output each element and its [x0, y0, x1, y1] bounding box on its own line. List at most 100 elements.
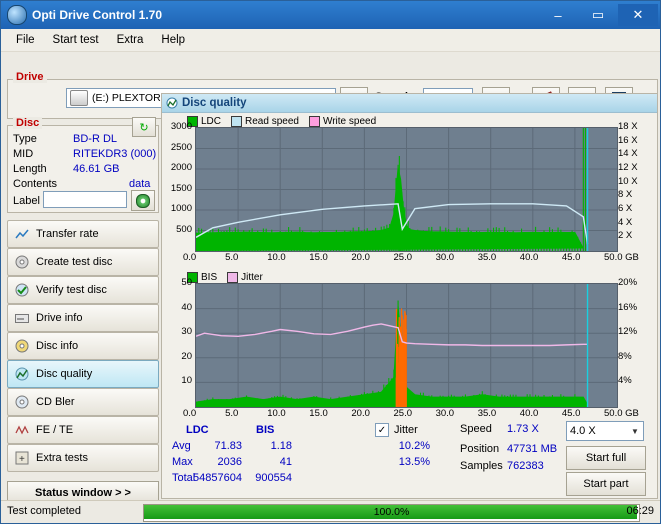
legend-swatch-jitter: [227, 272, 238, 283]
refresh-icon: ↻: [139, 121, 148, 134]
result-speed-label: Speed: [460, 423, 492, 435]
close-button[interactable]: ✕: [618, 4, 658, 26]
transfer-icon: [13, 225, 31, 243]
sidebar-item-fe-te[interactable]: FE / TE: [7, 416, 159, 444]
jitter-avg-value: 10.2%: [378, 440, 430, 452]
axis-tick: 25.0: [394, 408, 413, 419]
jitter-checkbox-row[interactable]: ✓ Jitter: [375, 423, 418, 437]
axis-tick: 30.0: [436, 408, 455, 419]
sidebar-item-disc-quality[interactable]: Disc quality: [7, 360, 159, 388]
axis-tick: 16%: [618, 302, 637, 313]
axis-tick: 4 X: [618, 217, 632, 228]
results-row-avg-bis: 1.18: [240, 440, 292, 452]
jitter-checkbox[interactable]: ✓: [375, 423, 389, 437]
disc-length-key: Length: [13, 163, 47, 175]
axis-tick: 12%: [618, 326, 637, 337]
result-samples-label: Samples: [460, 460, 503, 472]
chart-bis-jitter: [195, 283, 618, 408]
fete-icon: [13, 421, 31, 439]
disc-contents-value: data: [129, 178, 150, 190]
sidebar-item-label: CD Bler: [36, 396, 75, 408]
axis-tick: 15.0: [309, 252, 328, 263]
drive-icon: [70, 90, 88, 106]
sidebar-item-label: Disc info: [36, 340, 78, 352]
sidebar-item-drive-info[interactable]: Drive info: [7, 304, 159, 332]
axis-tick: 45.0: [562, 408, 581, 419]
axis-tick: 18 X: [618, 121, 638, 132]
sidebar-item-label: Verify test disc: [36, 284, 107, 296]
axis-tick: 3000: [162, 121, 192, 132]
sidebar-item-disc-info[interactable]: Disc info: [7, 332, 159, 360]
menu-file[interactable]: File: [7, 31, 44, 49]
disc-type-key: Type: [13, 133, 37, 145]
jitter-checkbox-label: Jitter: [394, 424, 418, 436]
sidebar-item-create-test-disc[interactable]: Create test disc: [7, 248, 159, 276]
disc-label-key: Label: [13, 195, 40, 207]
axis-tick: 20: [162, 351, 192, 362]
axis-tick: 30: [162, 326, 192, 337]
svg-text:+: +: [19, 454, 25, 465]
axis-tick: 8%: [618, 351, 632, 362]
disc-label-input[interactable]: [43, 191, 127, 208]
menu-bar: File Start test Extra Help: [1, 29, 660, 52]
axis-tick: 30.0: [436, 252, 455, 263]
legend-swatch-read-speed: [231, 116, 242, 127]
chevron-down-icon: ▼: [627, 422, 643, 440]
chart-panel-header: Disc quality: [162, 94, 657, 113]
axis-tick: 25.0: [394, 252, 413, 263]
app-logo-icon: [7, 5, 27, 25]
sidebar-item-verify-test-disc[interactable]: Verify test disc: [7, 276, 159, 304]
disc-refresh-button[interactable]: ↻: [132, 117, 156, 137]
axis-tick: 45.0: [562, 252, 581, 263]
chart-panel-title: Disc quality: [182, 97, 247, 109]
axis-tick: 2500: [162, 142, 192, 153]
axis-tick: 50: [162, 277, 192, 288]
axis-tick: 20.0: [351, 408, 370, 419]
axis-tick: 35.0: [478, 252, 497, 263]
legend-label-jitter: Jitter: [241, 272, 263, 283]
disc-group-label: Disc: [13, 117, 42, 129]
axis-tick: 50.0 GB: [604, 252, 639, 263]
disc-mid-key: MID: [13, 148, 33, 160]
start-part-button[interactable]: Start part: [566, 472, 646, 496]
axis-tick: 40.0: [520, 252, 539, 263]
disc-contents-key: Contents: [13, 178, 57, 190]
burn-icon: [13, 253, 31, 271]
disc-type-value: BD-R DL: [73, 133, 117, 145]
legend-label-bis: BIS: [201, 272, 217, 283]
start-full-button[interactable]: Start full: [566, 446, 646, 470]
progress-percent: 100.0%: [144, 505, 639, 519]
axis-tick: 10.0: [267, 252, 286, 263]
result-speed-select-value: 4.0 X: [570, 425, 596, 437]
axis-tick: 2000: [162, 162, 192, 173]
sidebar-item-extra-tests[interactable]: + Extra tests: [7, 444, 159, 472]
verify-icon: [13, 281, 31, 299]
menu-start-test[interactable]: Start test: [44, 31, 108, 49]
axis-tick: 15.0: [309, 408, 328, 419]
axis-tick: 500: [162, 224, 192, 235]
axis-tick: 4%: [618, 375, 632, 386]
result-speed-select[interactable]: 4.0 X ▼: [566, 421, 644, 441]
menu-extra[interactable]: Extra: [108, 31, 153, 49]
menu-help[interactable]: Help: [152, 31, 194, 49]
sidebar-item-transfer-rate[interactable]: Transfer rate: [7, 220, 159, 248]
results-col-ldc: LDC: [186, 424, 209, 436]
maximize-button[interactable]: ▭: [578, 4, 618, 26]
status-text: Test completed: [7, 505, 81, 517]
results-col-bis: BIS: [256, 424, 274, 436]
axis-tick: 12 X: [618, 162, 638, 173]
disc-label-button[interactable]: [131, 190, 155, 211]
axis-tick: 10 X: [618, 176, 638, 187]
chart2-legend: BIS Jitter: [187, 272, 263, 283]
results-row-total-ldc: 54857604: [179, 472, 242, 484]
results-row-max-ldc: 2036: [179, 456, 242, 468]
drive-group-label: Drive: [13, 71, 47, 83]
result-samples-value: 762383: [507, 460, 544, 472]
axis-tick: 40: [162, 302, 192, 313]
sidebar-item-cd-bler[interactable]: CD Bler: [7, 388, 159, 416]
axis-tick: 20.0: [351, 252, 370, 263]
axis-tick: 8 X: [618, 189, 632, 200]
axis-tick: 1500: [162, 183, 192, 194]
axis-tick: 10: [162, 375, 192, 386]
minimize-button[interactable]: –: [538, 4, 578, 26]
